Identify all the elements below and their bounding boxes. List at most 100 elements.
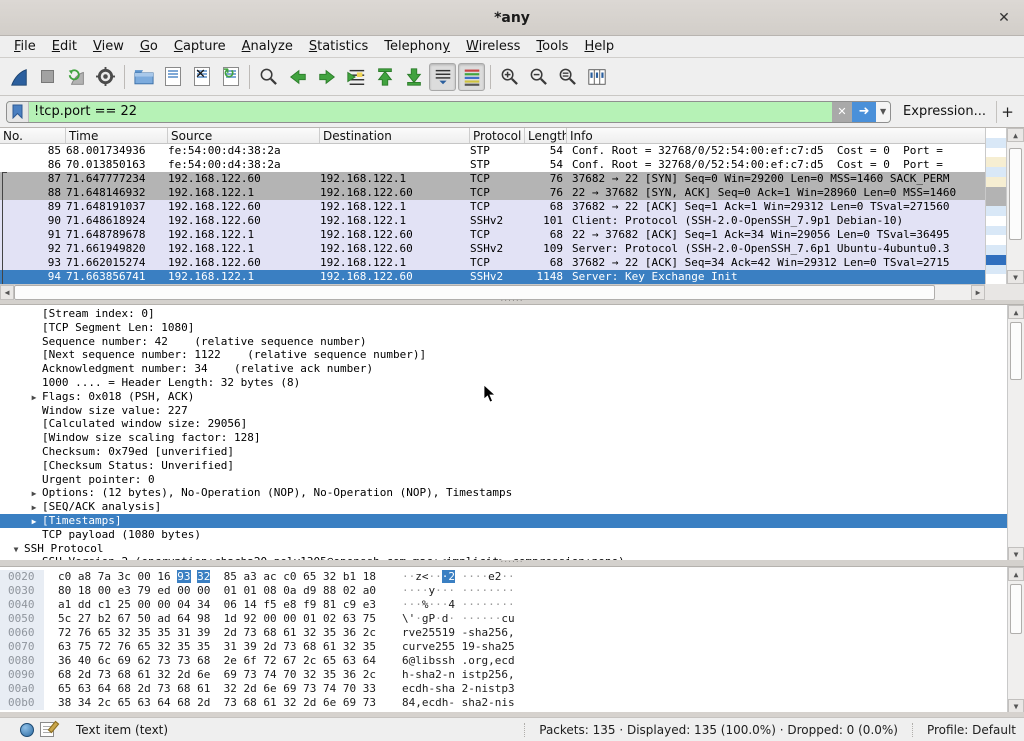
capture-options-icon[interactable]: [92, 63, 119, 91]
hex-bytes[interactable]: c0 a8 7a 3c 00 16 93 32 85 a3 ac c0 65 3…: [44, 570, 376, 584]
scroll-track[interactable]: [935, 285, 971, 300]
menu-analyze[interactable]: Analyze: [234, 37, 301, 56]
packet-row[interactable]: 8871.648146932192.168.122.1192.168.122.6…: [0, 186, 985, 200]
zoom-out-icon[interactable]: [525, 63, 552, 91]
scroll-up-icon[interactable]: ▲: [1008, 305, 1024, 319]
packet-list-vscrollbar[interactable]: ▲ ▼: [1006, 128, 1024, 284]
hex-ascii[interactable]: ··z<···2 ····e2··: [376, 570, 515, 584]
scroll-up-icon[interactable]: ▲: [1008, 567, 1024, 581]
reload-file-icon[interactable]: ↻: [217, 63, 244, 91]
hex-ascii[interactable]: rve25519 -sha256,: [376, 626, 515, 640]
menu-help[interactable]: Help: [576, 37, 622, 56]
auto-scroll-icon[interactable]: [429, 63, 456, 91]
hex-bytes[interactable]: 80 18 00 e3 79 ed 00 00 01 01 08 0a d9 8…: [44, 584, 376, 598]
go-forward-icon[interactable]: [313, 63, 340, 91]
filter-apply-icon[interactable]: ➜: [852, 102, 876, 122]
expander-closed-icon[interactable]: ▶: [26, 487, 42, 500]
go-last-icon[interactable]: [400, 63, 427, 91]
expression-button[interactable]: Expression...: [891, 104, 996, 119]
resize-columns-icon[interactable]: [583, 63, 610, 91]
hex-ascii[interactable]: 84,ecdh- sha2-nis: [376, 696, 515, 710]
hex-ascii[interactable]: \'·gP·d· ······cu: [376, 612, 515, 626]
hex-ascii[interactable]: 6@libssh .org,ecd: [376, 654, 515, 668]
hex-ascii[interactable]: ····y··· ········: [376, 584, 515, 598]
detail-row[interactable]: ▶[Timestamps]: [0, 514, 1007, 528]
scroll-thumb[interactable]: [14, 285, 935, 300]
expander-closed-icon[interactable]: ▶: [26, 515, 42, 528]
packet-list-header[interactable]: No.TimeSourceDestinationProtocolLengthIn…: [0, 128, 985, 144]
column-header-info[interactable]: Info: [567, 128, 985, 143]
detail-row[interactable]: Urgent pointer: 0: [0, 473, 1007, 487]
packet-row[interactable]: 9171.648789678192.168.122.1192.168.122.6…: [0, 228, 985, 242]
hex-ascii[interactable]: curve255 19-sha25: [376, 640, 515, 654]
detail-row[interactable]: [TCP Segment Len: 1080]: [0, 321, 1007, 335]
column-header-protocol[interactable]: Protocol: [470, 128, 525, 143]
scroll-right-icon[interactable]: ▶: [971, 285, 985, 300]
profile-text[interactable]: Profile: Default: [912, 723, 1016, 737]
column-header-source[interactable]: Source: [168, 128, 320, 143]
packet-row[interactable]: 9071.648618924192.168.122.60192.168.122.…: [0, 214, 985, 228]
scroll-up-icon[interactable]: ▲: [1007, 128, 1024, 142]
packet-row[interactable]: 8670.013850163fe:54:00:d4:38:2aSTP54Conf…: [0, 158, 985, 172]
colorize-icon[interactable]: [458, 63, 485, 91]
filter-clear-icon[interactable]: ✕: [832, 102, 852, 122]
detail-row[interactable]: ▼SSH Protocol: [0, 542, 1007, 556]
detail-row[interactable]: Acknowledgment number: 34 (relative ack …: [0, 362, 1007, 376]
bytes-vscrollbar[interactable]: ▲ ▼: [1007, 567, 1024, 712]
scroll-left-icon[interactable]: ◀: [0, 285, 14, 300]
capture-restart-icon[interactable]: [63, 63, 90, 91]
hex-bytes[interactable]: 5c 27 b2 67 50 ad 64 98 1d 92 00 00 01 0…: [44, 612, 376, 626]
window-close-icon[interactable]: ✕: [994, 8, 1014, 28]
hex-bytes[interactable]: 65 63 64 68 2d 73 68 61 32 2d 6e 69 73 7…: [44, 682, 376, 696]
menu-tools[interactable]: Tools: [528, 37, 576, 56]
expander-closed-icon[interactable]: ▶: [26, 391, 42, 404]
find-packet-icon[interactable]: [255, 63, 282, 91]
hex-row[interactable]: 0040a1 dd c1 25 00 00 04 34 06 14 f5 e8 …: [0, 598, 1007, 612]
scroll-thumb[interactable]: [1009, 148, 1022, 240]
expander-closed-icon[interactable]: ▶: [26, 501, 42, 514]
filter-bookmark-icon[interactable]: [7, 102, 29, 122]
detail-row[interactable]: 1000 .... = Header Length: 32 bytes (8): [0, 376, 1007, 390]
detail-row[interactable]: Sequence number: 42 (relative sequence n…: [0, 335, 1007, 349]
packet-list-hscrollbar[interactable]: ◀ ▶: [0, 284, 985, 300]
detail-row[interactable]: ▶[SEQ/ACK analysis]: [0, 500, 1007, 514]
hex-row[interactable]: 0020c0 a8 7a 3c 00 16 93 32 85 a3 ac c0 …: [0, 570, 1007, 584]
detail-row[interactable]: ▶Options: (12 bytes), No-Operation (NOP)…: [0, 486, 1007, 500]
title-bar[interactable]: *any ✕: [0, 0, 1024, 36]
expert-info-icon[interactable]: [20, 723, 34, 737]
detail-row[interactable]: [Checksum Status: Unverified]: [0, 459, 1007, 473]
filter-history-caret-icon[interactable]: ▼: [876, 102, 890, 122]
save-file-icon[interactable]: [159, 63, 186, 91]
hex-row[interactable]: 009068 2d 73 68 61 32 2d 6e 69 73 74 70 …: [0, 668, 1007, 682]
detail-row[interactable]: Checksum: 0x79ed [unverified]: [0, 445, 1007, 459]
capture-start-icon[interactable]: [5, 63, 32, 91]
column-header-no[interactable]: No.: [0, 128, 66, 143]
detail-row[interactable]: [Next sequence number: 1122 (relative se…: [0, 348, 1007, 362]
add-filter-button[interactable]: +: [996, 101, 1018, 123]
detail-row[interactable]: ▶Flags: 0x018 (PSH, ACK): [0, 390, 1007, 404]
column-header-length[interactable]: Length: [525, 128, 567, 143]
display-filter-input[interactable]: !tcp.port == 22: [29, 104, 832, 119]
menu-statistics[interactable]: Statistics: [301, 37, 376, 56]
detail-row[interactable]: Window size value: 227: [0, 404, 1007, 418]
packet-row[interactable]: 8771.647777234192.168.122.60192.168.122.…: [0, 172, 985, 186]
menu-view[interactable]: View: [85, 37, 132, 56]
hex-bytes[interactable]: 38 34 2c 65 63 64 68 2d 73 68 61 32 2d 6…: [44, 696, 376, 710]
detail-row[interactable]: TCP payload (1080 bytes): [0, 528, 1007, 542]
scroll-down-icon[interactable]: ▼: [1007, 270, 1024, 284]
menu-telephony[interactable]: Telephony: [376, 37, 458, 56]
hex-ascii[interactable]: ecdh-sha 2-nistp3: [376, 682, 515, 696]
scroll-down-icon[interactable]: ▼: [1008, 547, 1024, 560]
close-file-icon[interactable]: ✕: [188, 63, 215, 91]
column-header-time[interactable]: Time: [66, 128, 168, 143]
details-vscrollbar[interactable]: ▲ ▼: [1007, 305, 1024, 560]
hex-bytes[interactable]: 36 40 6c 69 62 73 73 68 2e 6f 72 67 2c 6…: [44, 654, 376, 668]
packet-row[interactable]: 9271.661949820192.168.122.1192.168.122.6…: [0, 242, 985, 256]
detail-row[interactable]: [Window size scaling factor: 128]: [0, 431, 1007, 445]
packet-row[interactable]: 9371.662015274192.168.122.60192.168.122.…: [0, 256, 985, 270]
expander-open-icon[interactable]: ▼: [8, 543, 24, 556]
hex-row[interactable]: 00b038 34 2c 65 63 64 68 2d 73 68 61 32 …: [0, 696, 1007, 710]
hex-bytes[interactable]: a1 dd c1 25 00 00 04 34 06 14 f5 e8 f9 8…: [44, 598, 376, 612]
zoom-original-icon[interactable]: [554, 63, 581, 91]
packet-row[interactable]: 8568.001734936fe:54:00:d4:38:2aSTP54Conf…: [0, 144, 985, 158]
